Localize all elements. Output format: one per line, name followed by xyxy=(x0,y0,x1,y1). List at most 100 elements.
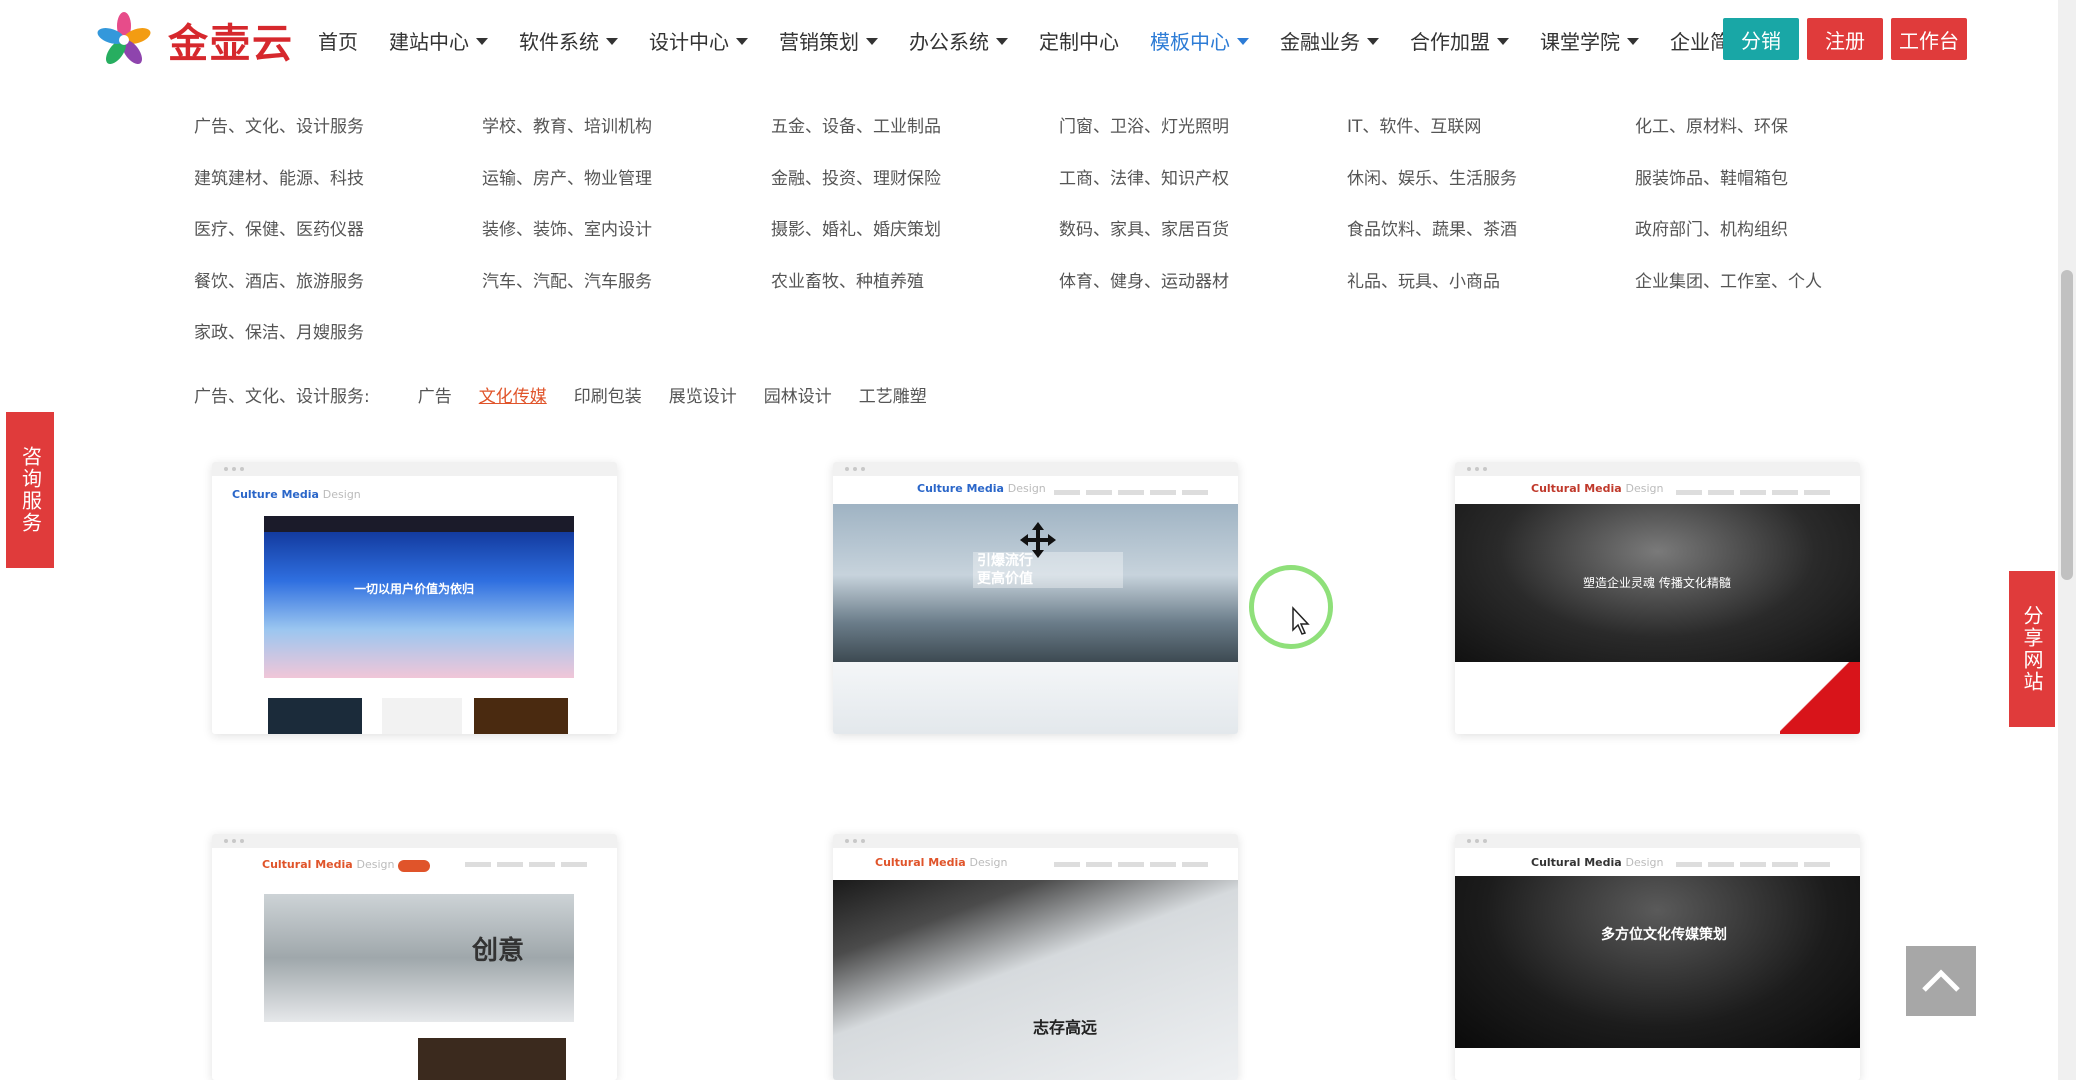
template-preview-image: 志存高远 xyxy=(833,880,1238,1080)
category-link[interactable]: 农业畜牧、种植养殖 xyxy=(771,267,924,292)
template-title: Cultural Media Design xyxy=(1531,482,1664,495)
filter-tag-garden[interactable]: 园林设计 xyxy=(764,382,832,407)
nav-partner[interactable]: 合作加盟 xyxy=(1410,26,1509,55)
caret-down-icon xyxy=(1497,38,1509,45)
filter-label: 广告、文化、设计服务: xyxy=(194,386,370,407)
nav-software[interactable]: 软件系统 xyxy=(519,26,618,55)
filter-tag-culture-media[interactable]: 文化传媒 xyxy=(479,382,547,407)
mouse-pointer-icon xyxy=(1292,606,1310,635)
template-card[interactable]: Cultural Media Design 多方位文化传媒策划 xyxy=(1455,834,1860,1080)
template-card[interactable]: Cultural Media Design 创意 xyxy=(212,834,617,1080)
caret-down-icon xyxy=(606,38,618,45)
category-link[interactable]: 建筑建材、能源、科技 xyxy=(194,164,364,189)
template-card[interactable]: Culture Media Design 引爆流行 更高价值 xyxy=(833,462,1238,734)
browser-bar xyxy=(212,834,617,848)
category-link[interactable]: 化工、原材料、环保 xyxy=(1635,112,1788,137)
template-card[interactable]: Culture Media Design 一切以用户价值为依归 xyxy=(212,462,617,734)
category-link[interactable]: 政府部门、机构组织 xyxy=(1635,215,1788,240)
category-link[interactable]: 学校、教育、培训机构 xyxy=(482,112,652,137)
site-header: 金壶云 首页 建站中心 软件系统 设计中心 营销策划 办公系统 定制中心 模板中… xyxy=(0,0,2076,82)
template-menu xyxy=(1676,490,1830,495)
filter-tag-sculpture[interactable]: 工艺雕塑 xyxy=(859,382,927,407)
nav-label: 营销策划 xyxy=(779,29,859,54)
template-menu xyxy=(1054,490,1208,495)
category-link[interactable]: 汽车、汽配、汽车服务 xyxy=(482,267,652,292)
template-menu xyxy=(465,862,587,867)
caret-down-icon xyxy=(1367,38,1379,45)
template-card[interactable]: Cultural Media Design 志存高远 xyxy=(833,834,1238,1080)
nav-label: 课堂学院 xyxy=(1540,29,1620,54)
category-link[interactable]: IT、软件、互联网 xyxy=(1347,112,1481,137)
register-button[interactable]: 注册 xyxy=(1807,18,1883,60)
template-title: Culture Media Design xyxy=(917,482,1046,495)
template-title-suffix: Design xyxy=(1625,856,1664,869)
site-logo[interactable]: 金壶云 xyxy=(92,12,294,68)
nav-office[interactable]: 办公系统 xyxy=(909,26,1008,55)
category-link[interactable]: 家政、保洁、月嫂服务 xyxy=(194,318,364,343)
category-link[interactable]: 体育、健身、运动器材 xyxy=(1059,267,1229,292)
nav-templates[interactable]: 模板中心 xyxy=(1150,26,1249,55)
category-link[interactable]: 工商、法律、知识产权 xyxy=(1059,164,1229,189)
nav-academy[interactable]: 课堂学院 xyxy=(1540,26,1639,55)
category-link[interactable]: 门窗、卫浴、灯光照明 xyxy=(1059,112,1229,137)
share-button[interactable]: 分销 xyxy=(1723,18,1799,60)
caret-down-icon xyxy=(736,38,748,45)
share-site-tab[interactable]: 分享网站 xyxy=(2009,571,2055,727)
category-link[interactable]: 数码、家具、家居百货 xyxy=(1059,215,1229,240)
nav-label: 定制中心 xyxy=(1039,29,1119,54)
template-title: Cultural Media Design xyxy=(875,856,1008,869)
category-link[interactable]: 医疗、保健、医药仪器 xyxy=(194,215,364,240)
template-title-suffix: Design xyxy=(1625,482,1664,495)
category-link[interactable]: 五金、设备、工业制品 xyxy=(771,112,941,137)
browser-bar xyxy=(833,462,1238,476)
nav-label: 建站中心 xyxy=(389,29,469,54)
template-title-suffix: Design xyxy=(322,488,361,501)
template-card[interactable]: Cultural Media Design 塑造企业灵魂 传播文化精髓 xyxy=(1455,462,1860,734)
back-to-top-button[interactable] xyxy=(1906,946,1976,1016)
filter-tag-exhibition[interactable]: 展览设计 xyxy=(669,382,737,407)
consult-service-tab[interactable]: 咨询服务 xyxy=(6,412,54,568)
browser-bar xyxy=(1455,462,1860,476)
caret-down-icon xyxy=(476,38,488,45)
page-scrollbar[interactable] xyxy=(2058,0,2076,1080)
browser-bar xyxy=(212,462,617,476)
nav-design[interactable]: 设计中心 xyxy=(649,26,748,55)
category-link[interactable]: 休闲、娱乐、生活服务 xyxy=(1347,164,1517,189)
category-link[interactable]: 装修、装饰、室内设计 xyxy=(482,215,652,240)
scrollbar-thumb[interactable] xyxy=(2061,270,2073,580)
category-link[interactable]: 礼品、玩具、小商品 xyxy=(1347,267,1500,292)
nav-custom[interactable]: 定制中心 xyxy=(1039,26,1119,55)
caret-down-icon xyxy=(1237,38,1249,45)
template-title-suffix: Design xyxy=(356,858,395,871)
nav-marketing[interactable]: 营销策划 xyxy=(779,26,878,55)
subcategory-filter: 广告、文化、设计服务: 广告 文化传媒 印刷包装 展览设计 园林设计 工艺雕塑 xyxy=(194,382,954,407)
template-title-text: Cultural Media xyxy=(1531,482,1622,495)
category-link[interactable]: 摄影、婚礼、婚庆策划 xyxy=(771,215,941,240)
browser-bar xyxy=(833,834,1238,848)
nav-label: 合作加盟 xyxy=(1410,29,1490,54)
consult-service-label: 咨询服务 xyxy=(18,446,43,534)
category-link[interactable]: 运输、房产、物业管理 xyxy=(482,164,652,189)
template-hero-text: 塑造企业灵魂 传播文化精髓 xyxy=(1583,576,1731,590)
template-title-text: Culture Media xyxy=(917,482,1004,495)
category-link[interactable]: 金融、投资、理财保险 xyxy=(771,164,941,189)
share-site-label: 分享网站 xyxy=(2020,605,2044,693)
nav-site-building[interactable]: 建站中心 xyxy=(389,26,488,55)
nav-label: 首页 xyxy=(318,29,358,54)
category-link[interactable]: 食品饮料、蔬果、茶酒 xyxy=(1347,215,1517,240)
nav-label: 软件系统 xyxy=(519,29,599,54)
category-link[interactable]: 广告、文化、设计服务 xyxy=(194,112,364,137)
nav-home[interactable]: 首页 xyxy=(318,26,358,55)
template-menu xyxy=(1676,862,1830,867)
filter-tag-printing[interactable]: 印刷包装 xyxy=(574,382,642,407)
template-title-text: Cultural Media xyxy=(875,856,966,869)
category-link[interactable]: 企业集团、工作室、个人 xyxy=(1635,267,1822,292)
workbench-button[interactable]: 工作台 xyxy=(1891,18,1967,60)
template-title-text: Culture Media xyxy=(232,488,319,501)
filter-tag-ad[interactable]: 广告 xyxy=(418,382,452,407)
category-link[interactable]: 餐饮、酒店、旅游服务 xyxy=(194,267,364,292)
category-link[interactable]: 服装饰品、鞋帽箱包 xyxy=(1635,164,1788,189)
template-title-suffix: Design xyxy=(969,856,1008,869)
nav-finance[interactable]: 金融业务 xyxy=(1280,26,1379,55)
template-hero-text: 志存高远 xyxy=(1033,1018,1098,1037)
